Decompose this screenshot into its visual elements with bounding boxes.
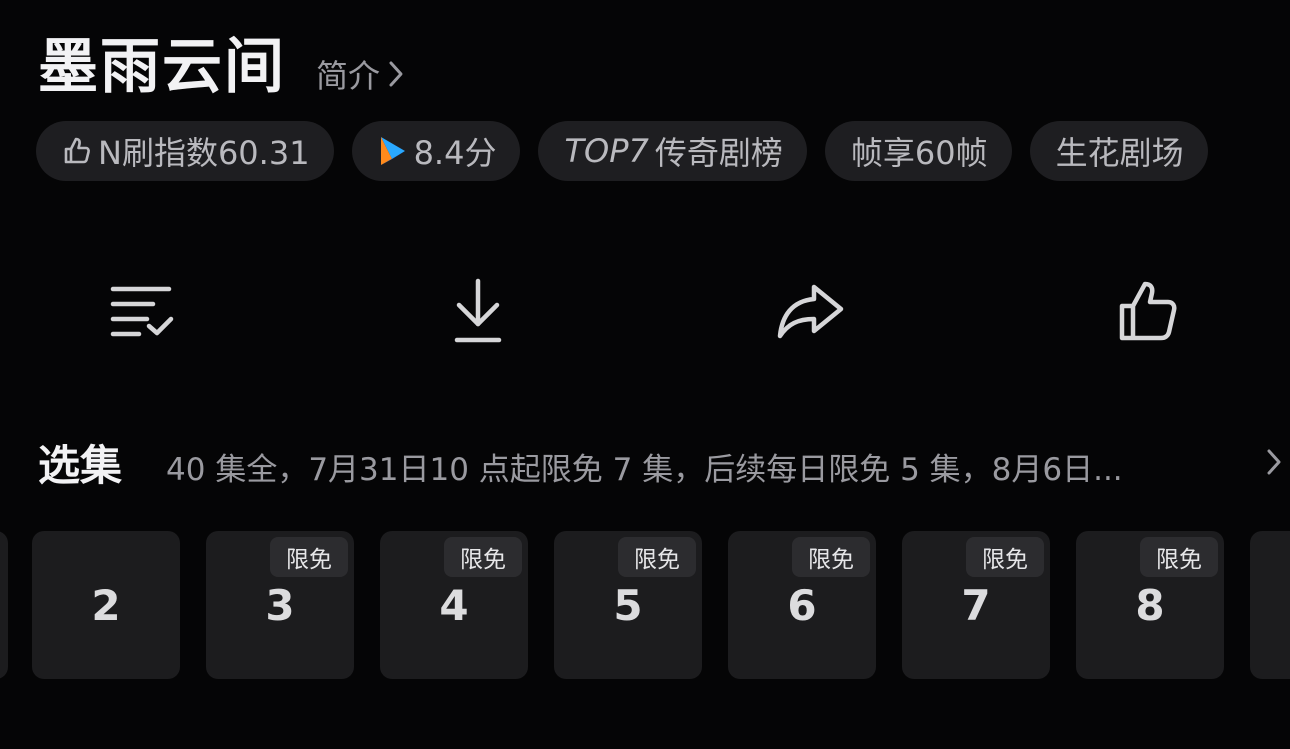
playlist-button[interactable] (107, 278, 177, 348)
episode-card[interactable] (0, 531, 8, 679)
episode-card[interactable]: 限免 8 (1076, 531, 1224, 679)
tag-rating[interactable]: 8.4分 (351, 121, 521, 181)
chevron-right-icon[interactable] (1266, 448, 1282, 480)
episode-number: 3 (265, 581, 295, 630)
episode-strip: 2 限免 3 限免 4 限免 5 限免 6 限免 7 限免 8 (0, 531, 1290, 679)
tag-label: 传奇剧榜 (654, 134, 783, 172)
free-badge: 限免 (618, 537, 696, 577)
episode-card[interactable]: 限免 4 (380, 531, 528, 679)
episode-number: 6 (787, 581, 817, 630)
playlist-check-icon (109, 282, 175, 344)
title-row: 墨雨云间 简介 (38, 18, 404, 105)
episode-number: 5 (613, 581, 643, 630)
play-logo-icon (378, 135, 408, 167)
tag-60fps[interactable]: 帧享60帧 (824, 121, 1012, 181)
show-title: 墨雨云间 (38, 32, 286, 102)
episode-number: 7 (961, 581, 991, 630)
tag-n-index[interactable]: N刷指数60.31 (36, 121, 334, 181)
episode-card[interactable] (1250, 531, 1290, 679)
free-badge: 限免 (270, 537, 348, 577)
tag-label: 帧享60帧 (850, 134, 988, 172)
action-bar (0, 278, 1290, 348)
episodes-title: 选集 (38, 441, 123, 490)
tag-rank-prefix: TOP7 (564, 132, 649, 170)
free-badge: 限免 (1140, 537, 1218, 577)
tag-label: 生花剧场 (1055, 134, 1184, 172)
episode-number: 2 (91, 581, 121, 630)
tag-theater[interactable]: 生花剧场 (1029, 121, 1208, 181)
episode-card[interactable]: 限免 7 (902, 531, 1050, 679)
intro-label: 简介 (316, 57, 381, 95)
episodes-header[interactable]: 选集 40 集全，7月31日10 点起限免 7 集，后续每日限免 5 集，8月6… (38, 432, 1268, 493)
free-badge: 限免 (792, 537, 870, 577)
tag-top-rank[interactable]: TOP7 传奇剧榜 (538, 121, 807, 181)
episode-card[interactable]: 限免 3 (206, 531, 354, 679)
episode-card[interactable]: 限免 5 (554, 531, 702, 679)
share-icon (776, 282, 846, 344)
chevron-right-icon (388, 60, 404, 88)
tag-label: 8.4分 (413, 134, 497, 172)
share-button[interactable] (776, 278, 846, 348)
tag-label: N刷指数60.31 (98, 134, 310, 172)
free-badge: 限免 (444, 537, 522, 577)
episodes-note: 40 集全，7月31日10 点起限免 7 集，后续每日限免 5 集，8月6日..… (166, 452, 1123, 488)
episode-number: 8 (1135, 581, 1165, 630)
download-icon (451, 278, 505, 348)
episode-number: 4 (439, 581, 469, 630)
intro-link[interactable]: 简介 (316, 51, 404, 97)
episode-card[interactable]: 2 (32, 531, 180, 679)
download-button[interactable] (443, 278, 513, 348)
thumbs-up-icon (62, 136, 92, 166)
tag-row: N刷指数60.31 8.4分 TOP7 传奇剧榜 帧享60帧 生花剧场 (36, 121, 1208, 181)
like-button[interactable] (1112, 278, 1182, 348)
episode-card[interactable]: 限免 6 (728, 531, 876, 679)
thumbs-up-icon (1116, 280, 1178, 346)
detail-page: 墨雨云间 简介 N刷指数60.31 8.4分 TOP7 传奇剧榜 帧享60帧 生… (0, 0, 1290, 749)
free-badge: 限免 (966, 537, 1044, 577)
